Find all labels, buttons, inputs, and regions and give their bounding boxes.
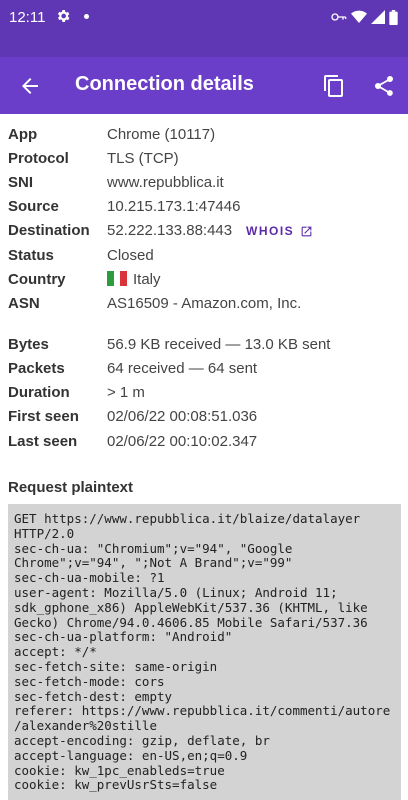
stat-value: 02/06/22 00:08:51.036 [107,408,258,425]
plaintext-line: cookie: kw_prevUsrSts=false [14,777,218,793]
signal-icon [371,10,385,24]
stat-value: 56.9 KB received — 13.0 KB sent [107,336,331,353]
detail-value: Closed [107,247,154,264]
plaintext-line: sec-ch-ua: "Chromium";v="94", "Google [14,540,293,556]
plaintext-line: sdk_gphone_x86) AppleWebKit/537.36 (KHTM… [14,599,368,615]
plaintext-line: accept-encoding: gzip, deflate, br [14,732,270,748]
plaintext-line: user-agent: Mozilla/5.0 (Linux; Android … [14,584,338,600]
vpn-key-icon [331,13,347,21]
plaintext-line: accept: */* [14,644,97,660]
open-external-icon [301,226,312,236]
plaintext-line: sec-fetch-mode: cors [14,673,165,689]
stat-label: Last seen [8,433,78,450]
settings-gear-icon [57,10,70,22]
copy-icon[interactable] [322,74,346,98]
request-plaintext-title: Request plaintext [8,479,134,496]
plaintext-line: Chrome";v="94", ";Not A Brand";v="99" [14,555,293,571]
plaintext-line: referer: https://www.repubblica.it/comme… [14,703,391,719]
detail-value: 52.222.133.88:443 [107,222,233,239]
plaintext-line: /alexander%20stille [14,718,157,734]
plaintext-line: sec-ch-ua-mobile: ?1 [14,570,165,586]
detail-label: Country [8,271,66,288]
detail-label: Destination [8,222,90,239]
detail-label: App [8,126,38,143]
back-arrow-icon[interactable] [18,74,42,98]
detail-value: AS16509 - Amazon.com, Inc. [107,295,302,312]
detail-label: ASN [8,295,40,312]
country-name: Italy [133,271,161,288]
status-time: 12:11 [9,9,46,26]
wifi-icon [351,10,367,23]
detail-label: Status [8,247,54,264]
detail-value: Chrome (10117) [107,126,216,143]
detail-value-country: Italy [107,271,161,288]
stat-label: Duration [8,384,70,401]
plaintext-line: cookie: kw_1pc_enableds=true [14,762,225,778]
plaintext-line: Gecko) Chrome/94.0.4606.85 Mobile Safari… [14,614,368,630]
detail-row-destination: Destination 52.222.133.88:443 WHOIS [8,222,408,242]
stat-value: 64 received — 64 sent [107,360,258,377]
stat-value: > 1 m [107,384,145,401]
status-icons [331,8,398,26]
stat-label: First seen [8,408,79,425]
plaintext-line: sec-ch-ua-platform: "Android" [14,629,233,645]
detail-value: 10.215.173.1:47446 [107,198,241,215]
whois-link[interactable]: WHOIS [246,224,313,238]
detail-label: Protocol [8,150,69,167]
italy-flag-icon [107,271,127,286]
status-bar: 12:11 [0,0,408,57]
request-plaintext-box[interactable]: GET https://www.repubblica.it/blaize/dat… [8,504,401,800]
battery-icon [389,9,398,25]
stat-value: 02/06/22 00:10:02.347 [107,433,258,450]
detail-value: www.repubblica.it [107,174,224,191]
whois-label: WHOIS [246,224,295,238]
stat-label: Packets [8,360,65,377]
detail-value: TLS (TCP) [107,150,179,167]
app-bar: Connection details [0,57,408,114]
notification-dot-icon [84,14,89,19]
plaintext-line: HTTP/2.0 [14,525,75,541]
detail-label: Source [8,198,59,215]
plaintext-line: sec-fetch-dest: empty [14,688,173,704]
page-title: Connection details [75,73,254,95]
plaintext-line: sec-fetch-site: same-origin [14,658,218,674]
stat-label: Bytes [8,336,49,353]
detail-label: SNI [8,174,34,191]
plaintext-line: GET https://www.repubblica.it/blaize/dat… [14,511,361,526]
plaintext-line: accept-language: en-US,en;q=0.9 [14,747,248,763]
share-icon[interactable] [372,74,396,98]
